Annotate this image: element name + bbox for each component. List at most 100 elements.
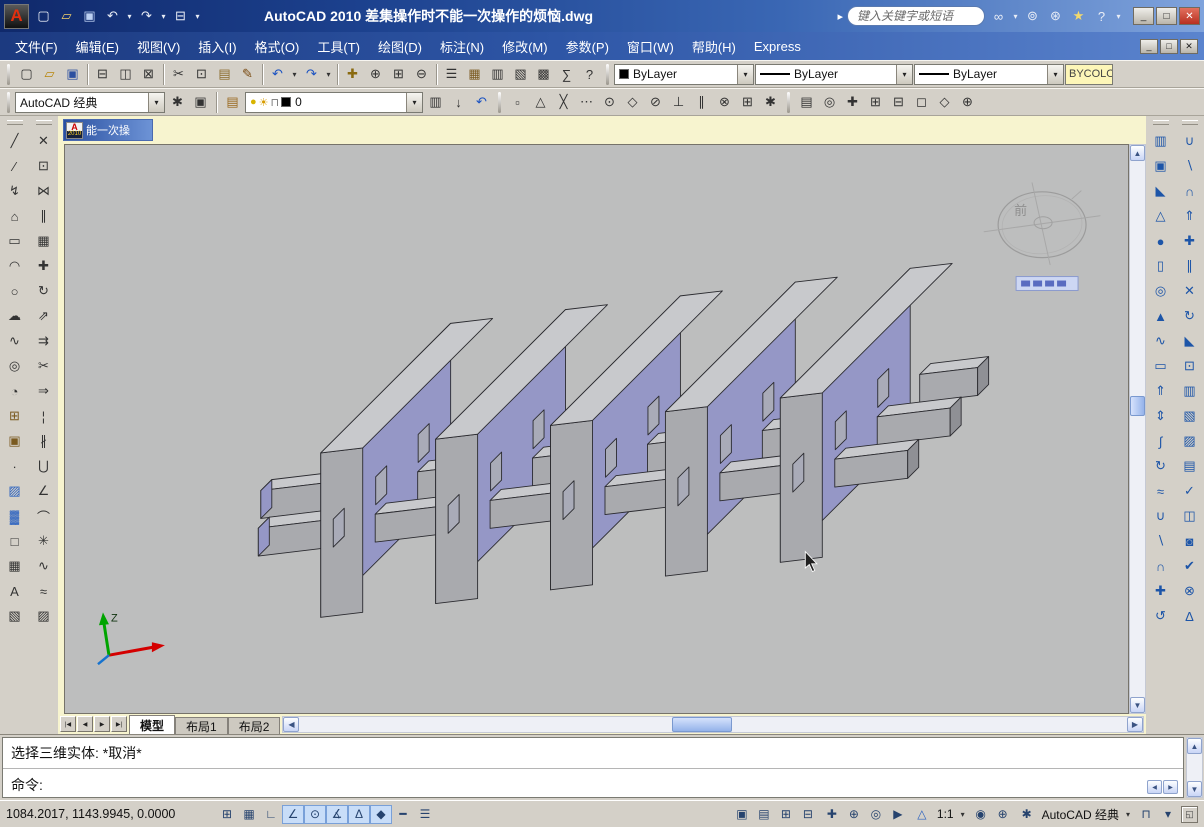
- color-combo[interactable]: ByLayer ▾: [614, 63, 754, 85]
- coordinates-readout[interactable]: 1084.2017, 1143.9945, 0.0000: [6, 807, 214, 821]
- copy-faces-icon[interactable]: ⊡: [1178, 354, 1202, 378]
- color-faces-icon[interactable]: ▥: [1178, 379, 1202, 403]
- erase-icon[interactable]: ✕: [32, 129, 56, 153]
- steering-wheel-icon[interactable]: ⊕: [956, 91, 979, 114]
- workspace-switch-icon[interactable]: ✱: [1016, 805, 1038, 824]
- pyramid-icon[interactable]: ▲: [1149, 304, 1173, 328]
- infocenter-collapse-icon[interactable]: ▸: [835, 10, 845, 23]
- plot-icon[interactable]: ⊟: [91, 63, 114, 86]
- close-button[interactable]: ✕: [1179, 7, 1200, 25]
- scroll-left-icon[interactable]: ◀: [283, 716, 300, 732]
- wipeout-icon[interactable]: ▧: [3, 604, 27, 628]
- dyn-toggle[interactable]: ◆: [370, 804, 392, 824]
- quick-view-layouts-button[interactable]: ⊞: [775, 805, 797, 824]
- help-icon[interactable]: ?: [1090, 5, 1113, 28]
- planar-surface-icon[interactable]: ▭: [1149, 354, 1173, 378]
- zoom-button[interactable]: ⊕: [843, 805, 865, 824]
- plotstyle-combo[interactable]: BYCOLOR: [1065, 63, 1113, 85]
- separate-icon[interactable]: ◫: [1178, 504, 1202, 528]
- move-3d-icon[interactable]: ✚: [1149, 579, 1173, 603]
- command-scroll-right-icon[interactable]: ▶: [1163, 780, 1178, 794]
- point-icon[interactable]: ∙: [3, 454, 27, 478]
- publish-icon[interactable]: ⊠: [137, 63, 160, 86]
- tab-model[interactable]: 模型: [129, 715, 176, 734]
- extrude-icon[interactable]: ⇑: [1149, 379, 1173, 403]
- lineweight-combo[interactable]: ByLayer ▾: [914, 63, 1064, 85]
- menu-item-12[interactable]: 帮助(H): [683, 32, 745, 60]
- ortho-toggle[interactable]: ∟: [260, 805, 282, 824]
- ellipse-icon[interactable]: ◎: [3, 354, 27, 378]
- hatch-icon[interactable]: ▨: [3, 479, 27, 503]
- rotate-faces-icon[interactable]: ↻: [1178, 304, 1202, 328]
- steering-wheel-button[interactable]: ◎: [865, 805, 887, 824]
- zoom-previous-icon[interactable]: ⊖: [410, 63, 433, 86]
- menu-item-5[interactable]: 格式(O): [246, 32, 309, 60]
- join-icon[interactable]: ⋃: [32, 454, 56, 478]
- osnap-settings-icon[interactable]: ✱: [759, 91, 782, 114]
- menu-item-7[interactable]: 绘图(D): [369, 32, 431, 60]
- front-view-icon[interactable]: ◻: [910, 91, 933, 114]
- help-menu-icon[interactable]: ▾: [1113, 5, 1124, 28]
- move-icon[interactable]: ✚: [32, 254, 56, 278]
- rotate-3d-icon[interactable]: ↺: [1149, 604, 1173, 628]
- auto-annotation-scale-button[interactable]: ⊕: [992, 805, 1014, 824]
- union-icon[interactable]: ∪: [1149, 504, 1173, 528]
- scroll-right-icon[interactable]: ▶: [1127, 716, 1143, 732]
- new-file-icon[interactable]: ▢: [32, 5, 55, 28]
- command-text-area[interactable]: 选择三维实体: *取消* 命令:: [2, 737, 1184, 798]
- torus-icon[interactable]: ◎: [1149, 279, 1173, 303]
- qp-toggle[interactable]: ☰: [414, 805, 436, 824]
- osnap-toggle[interactable]: ⊙: [304, 804, 326, 824]
- toolbar-grip[interactable]: [498, 91, 501, 113]
- iso-view-icon[interactable]: ◇: [933, 91, 956, 114]
- open-file-icon[interactable]: ▱: [38, 63, 61, 86]
- edit-spline-icon[interactable]: ≈: [32, 579, 56, 603]
- zoom-window-view-icon[interactable]: ⊞: [864, 91, 887, 114]
- undo-menu-icon[interactable]: ▾: [289, 63, 300, 86]
- workspace-dropdown-icon[interactable]: ▾: [1123, 810, 1133, 819]
- table-icon[interactable]: ▦: [3, 554, 27, 578]
- clean-icon[interactable]: ✓: [1178, 479, 1202, 503]
- menu-item-13[interactable]: Express: [745, 32, 810, 60]
- snap-extension-icon[interactable]: ⋯: [575, 91, 598, 114]
- layer-previous-icon[interactable]: ↶: [470, 91, 493, 114]
- break-icon[interactable]: ∦: [32, 429, 56, 453]
- doc-minimize-button[interactable]: _: [1140, 38, 1158, 54]
- menu-item-1[interactable]: 文件(F): [6, 32, 67, 60]
- command-scroll-down-icon[interactable]: ▼: [1187, 781, 1202, 797]
- layout-space-button[interactable]: ▤: [753, 805, 775, 824]
- menu-item-10[interactable]: 参数(P): [557, 32, 618, 60]
- annotation-visibility-button[interactable]: ◉: [970, 805, 992, 824]
- snap-perpendicular-icon[interactable]: ⊥: [667, 91, 690, 114]
- snap-parallel-icon[interactable]: ∥: [690, 91, 713, 114]
- toolbar-grip[interactable]: [7, 91, 10, 113]
- doc-restore-button[interactable]: □: [1160, 38, 1178, 54]
- show-motion-button[interactable]: ▶: [887, 805, 909, 824]
- zoom-extents-icon[interactable]: ⊟: [887, 91, 910, 114]
- trim-icon[interactable]: ✂: [32, 354, 56, 378]
- array-icon[interactable]: ▦: [32, 229, 56, 253]
- polar-toggle[interactable]: ∠: [282, 804, 304, 824]
- paste-icon[interactable]: ▤: [213, 63, 236, 86]
- move-faces-icon[interactable]: ✚: [1178, 229, 1202, 253]
- imprint-icon[interactable]: ▤: [1178, 454, 1202, 478]
- multiline-text-icon[interactable]: A: [3, 579, 27, 603]
- minimized-drawing-window[interactable]: A 2010 能一次操: [63, 119, 153, 141]
- chevron-down-icon[interactable]: ▾: [737, 64, 753, 84]
- sheet-set-manager-icon[interactable]: ▧: [509, 63, 532, 86]
- menu-item-2[interactable]: 编辑(E): [67, 32, 128, 60]
- zoom-window-icon[interactable]: ⊞: [387, 63, 410, 86]
- snap-tangent-icon[interactable]: ⊘: [644, 91, 667, 114]
- scale-icon[interactable]: ⇗: [32, 304, 56, 328]
- otrack-toggle[interactable]: ∡: [326, 804, 348, 824]
- vertical-scrollbar[interactable]: ▲ ▼: [1129, 144, 1146, 714]
- command-scroll-up-icon[interactable]: ▲: [1187, 738, 1202, 754]
- interfere-icon[interactable]: ⊗: [1178, 579, 1202, 603]
- stretch-icon[interactable]: ⇉: [32, 329, 56, 353]
- redo-icon[interactable]: ↷: [135, 5, 158, 28]
- toolbar-grip[interactable]: [787, 91, 790, 113]
- pan-view-icon[interactable]: ✚: [841, 91, 864, 114]
- orbit-3d-icon[interactable]: ◎: [818, 91, 841, 114]
- markup-set-manager-icon[interactable]: ▩: [532, 63, 555, 86]
- communication-center-icon[interactable]: ⊛: [1044, 5, 1067, 28]
